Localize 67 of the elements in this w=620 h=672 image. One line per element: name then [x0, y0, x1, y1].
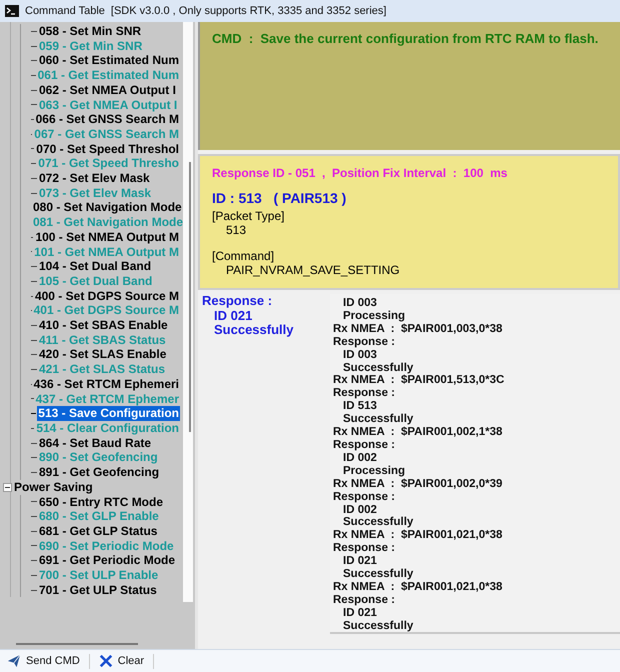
field-label: [Command] — [212, 249, 276, 263]
tree-item[interactable]: 062 - Set NMEA Output I — [38, 82, 177, 98]
tree-item[interactable]: 681 - Get GLP Status — [38, 524, 158, 539]
tree-item[interactable]: 070 - Set Speed Threshol — [35, 142, 180, 156]
log-line: Response : — [333, 438, 396, 452]
log-line: Successfully — [342, 516, 414, 530]
collapse-icon[interactable] — [3, 482, 12, 492]
log-line: ID 021 — [342, 606, 378, 620]
window-title: Command Table — [25, 5, 105, 17]
log-line: Response : — [333, 490, 396, 504]
log-line: Rx NMEA : $PAIR001,003,0*38 — [333, 322, 504, 336]
response-summary: Response ID - 051 , Position Fix Interval : 100 ms — [212, 166, 508, 180]
log-line: Processing — [342, 464, 406, 478]
log-line: Rx NMEA : $PAIR001,021,0*38 — [333, 529, 504, 542]
tree-item[interactable]: 420 - Set SLAS Enable — [38, 347, 168, 362]
response-label: Response : — [202, 294, 274, 308]
log-line: Successfully — [342, 413, 414, 426]
tree-item[interactable]: 410 - Set SBAS Enable — [38, 318, 169, 333]
field-value: PAIR_NVRAM_SAVE_SETTING — [225, 263, 401, 277]
log-line: ID 513 — [342, 400, 378, 414]
log-line: ID 021 — [342, 555, 378, 568]
log-line: Rx NMEA : $PAIR001,513,0*3C — [333, 374, 506, 388]
tree-item[interactable]: 436 - Set RTCM Ephemeri — [32, 376, 180, 392]
log-line: ID 002 — [342, 504, 378, 516]
toolbar-button[interactable]: Clear — [96, 653, 148, 669]
log-line: Successfully — [342, 620, 414, 633]
tree-item[interactable]: 701 - Get ULP Status — [38, 582, 158, 598]
tree-item[interactable]: 100 - Set NMEA Output M — [34, 230, 180, 245]
close-icon — [98, 654, 113, 668]
scrollbar[interactable] — [183, 22, 193, 602]
field-label: [Packet Type] — [212, 209, 286, 223]
log-line: Response : — [333, 542, 396, 556]
response-id: ID 021 — [214, 308, 252, 323]
log-line: Response : — [333, 387, 396, 400]
tree-item[interactable]: 072 - Set Elev Mask — [38, 171, 151, 186]
paper-plane-icon — [7, 654, 21, 668]
tree-item[interactable]: 066 - Set GNSS Search M — [34, 112, 180, 127]
log-line: ID 003 — [342, 297, 378, 310]
tree-item[interactable]: 400 - Set DGPS Source M — [34, 288, 180, 304]
window-subtitle: [SDK v3.0.0 , Only supports RTK, 3335 and 3352 series] — [110, 5, 386, 17]
command-description: CMD : Save the current configuration from RTC RAM to flash. — [212, 31, 600, 46]
log-line: Rx NMEA : $PAIR001,002,0*39 — [333, 478, 504, 491]
tree-item[interactable]: 891 - Get Geofencing — [38, 465, 160, 480]
toolbar-button[interactable]: Send CMD — [4, 653, 83, 669]
log-line: Response : — [333, 594, 396, 607]
log-line: Successfully — [342, 362, 414, 374]
log-line: Rx NMEA : $PAIR001,021,0*38 — [333, 580, 504, 594]
tree-item[interactable]: 650 - Entry RTC Mode — [38, 494, 164, 510]
tree-item[interactable]: 060 - Set Estimated Num — [38, 53, 180, 68]
command-id: ID : 513 ( PAIR513 ) — [212, 190, 348, 206]
tree-item[interactable]: 104 - Set Dual Band — [38, 259, 152, 274]
log-line: ID 003 — [342, 348, 378, 362]
tree-item[interactable]: 080 - Set Navigation Mode — [32, 200, 183, 216]
log-line: Processing — [342, 310, 406, 323]
log-line: Response : — [333, 336, 396, 349]
tree-group[interactable]: Power Saving — [14, 480, 93, 494]
horizontal-scrollbar[interactable] — [16, 643, 138, 645]
log-line: Successfully — [342, 568, 414, 581]
field-value: 513 — [225, 223, 248, 237]
log-line: Rx NMEA : $PAIR001,002,1*38 — [333, 426, 504, 439]
tree-item[interactable]: 513 - Save Configuration — [37, 406, 180, 421]
tree-item[interactable]: 691 - Get Periodic Mode — [38, 553, 176, 568]
response-status: Successfully — [213, 323, 294, 338]
tree-item[interactable]: 864 - Set Baud Rate — [38, 436, 152, 450]
tree-item[interactable]: 058 - Set Min SNR — [38, 24, 142, 39]
log-line: ID 002 — [342, 452, 378, 465]
console-icon — [5, 5, 19, 17]
